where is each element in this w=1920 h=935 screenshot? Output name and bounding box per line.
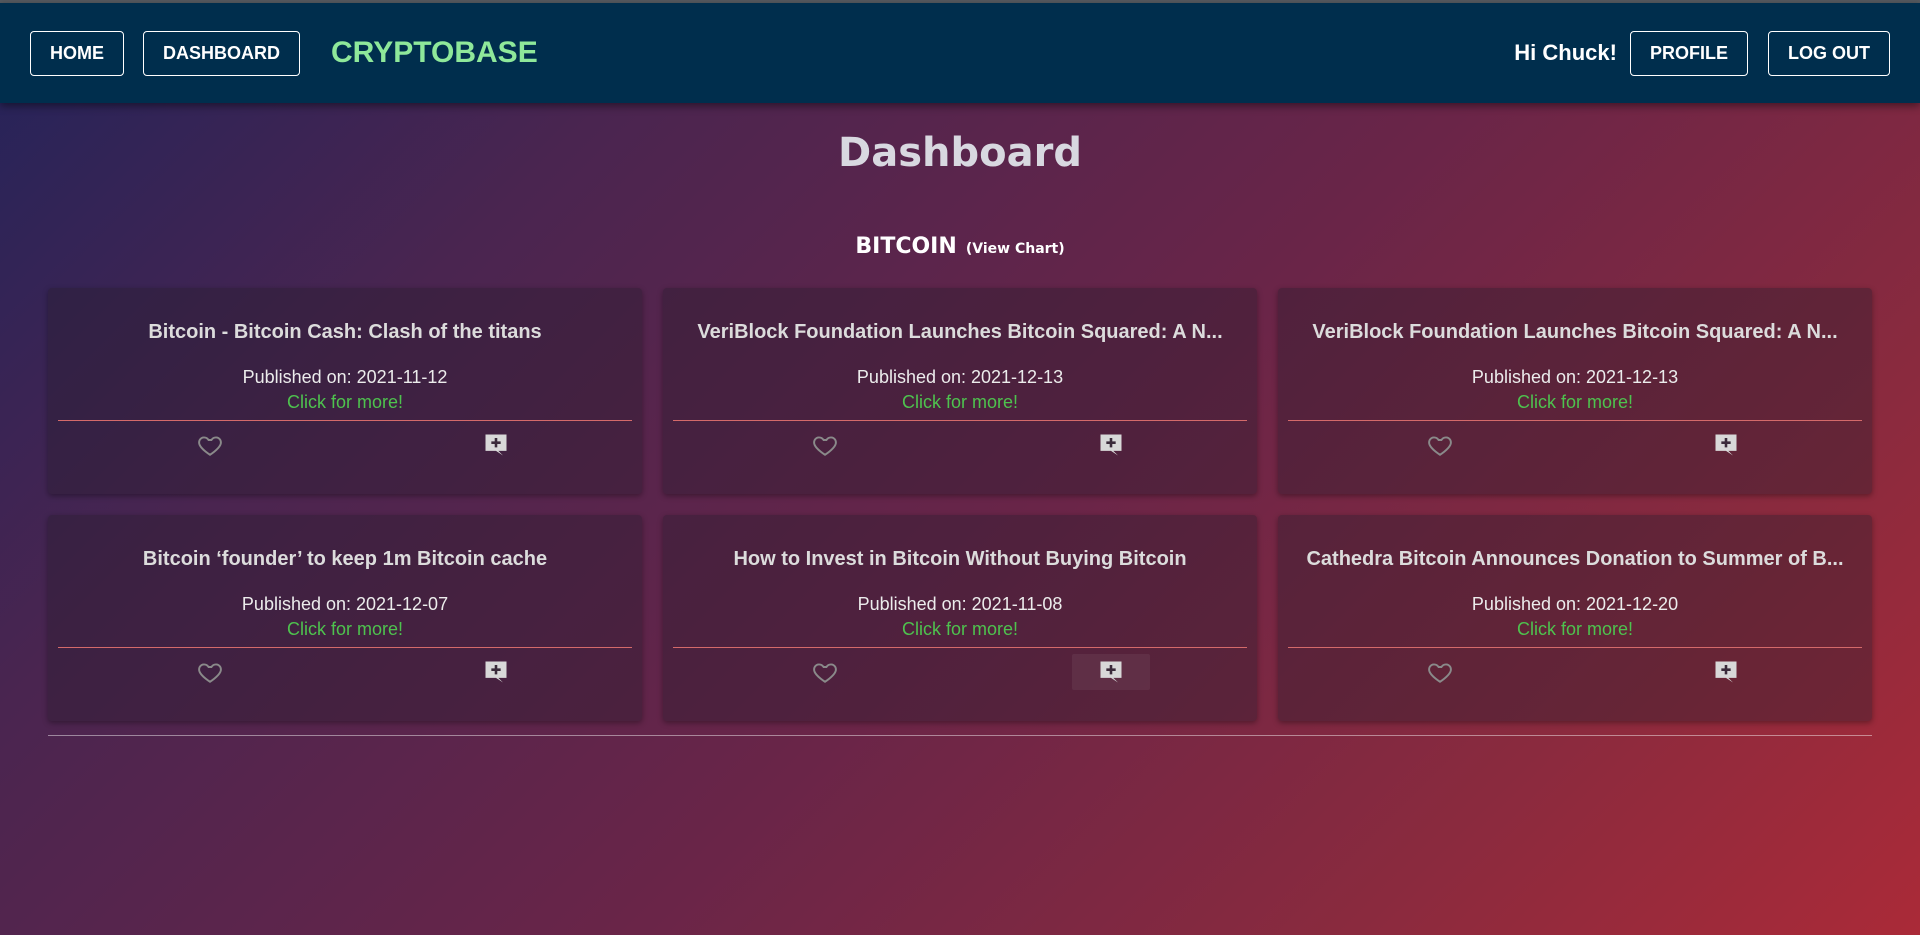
- home-button[interactable]: HOME: [30, 30, 124, 76]
- news-card: Cathedra Bitcoin Announces Donation to S…: [1278, 515, 1872, 721]
- heart-outline-icon: [1428, 436, 1452, 456]
- news-grid: Bitcoin - Bitcoin Cash: Clash of the tit…: [48, 288, 1872, 721]
- news-card: How to Invest in Bitcoin Without Buying …: [663, 515, 1257, 721]
- add-comment-icon: [1100, 661, 1122, 683]
- add-comment-icon: [485, 661, 507, 683]
- like-button[interactable]: [190, 654, 230, 690]
- card-date: Published on: 2021-11-08: [857, 594, 1063, 614]
- add-comment-button[interactable]: [1091, 427, 1131, 463]
- view-chart-link[interactable]: (View Chart): [966, 241, 1065, 257]
- profile-button[interactable]: PROFILE: [1629, 30, 1748, 76]
- coin-name: BITCOIN: [855, 234, 957, 259]
- card-title[interactable]: Cathedra Bitcoin Announces Donation to S…: [1288, 515, 1862, 571]
- heart-outline-icon: [1428, 663, 1452, 683]
- card-actions: [58, 648, 632, 693]
- add-comment-button[interactable]: [1706, 654, 1746, 690]
- heart-outline-icon: [198, 663, 222, 683]
- add-comment-button[interactable]: [476, 654, 516, 690]
- user-greeting: Hi Chuck!: [1514, 40, 1617, 65]
- card-date: Published on: 2021-12-20: [1471, 594, 1679, 614]
- news-card: Bitcoin - Bitcoin Cash: Clash of the tit…: [48, 288, 642, 494]
- add-comment-icon: [1715, 661, 1737, 683]
- brand-logo[interactable]: CRYPTOBASE: [331, 36, 538, 70]
- add-comment-icon: [1100, 434, 1122, 456]
- card-actions: [673, 648, 1247, 693]
- navbar: HOME DASHBOARD CRYPTOBASE Hi Chuck! PROF…: [0, 3, 1920, 103]
- click-for-more-link[interactable]: Click for more!: [58, 619, 632, 640]
- heart-outline-icon: [813, 663, 837, 683]
- heart-outline-icon: [198, 436, 222, 456]
- card-title[interactable]: VeriBlock Foundation Launches Bitcoin Sq…: [1288, 288, 1862, 344]
- click-for-more-link[interactable]: Click for more!: [673, 619, 1247, 640]
- add-comment-button[interactable]: [1706, 427, 1746, 463]
- like-button[interactable]: [1420, 654, 1460, 690]
- card-title[interactable]: How to Invest in Bitcoin Without Buying …: [673, 515, 1247, 571]
- card-title[interactable]: Bitcoin - Bitcoin Cash: Clash of the tit…: [58, 288, 632, 344]
- click-for-more-link[interactable]: Click for more!: [1288, 619, 1862, 640]
- section-divider: [48, 735, 1872, 736]
- card-title[interactable]: VeriBlock Foundation Launches Bitcoin Sq…: [673, 288, 1247, 344]
- like-button[interactable]: [1420, 427, 1460, 463]
- click-for-more-link[interactable]: Click for more!: [673, 392, 1247, 413]
- card-actions: [673, 421, 1247, 466]
- card-date: Published on: 2021-12-13: [1471, 367, 1679, 387]
- card-actions: [58, 421, 632, 466]
- card-title[interactable]: Bitcoin ‘founder’ to keep 1m Bitcoin cac…: [58, 515, 632, 571]
- news-card: VeriBlock Foundation Launches Bitcoin Sq…: [1278, 288, 1872, 494]
- add-comment-icon: [1715, 434, 1737, 456]
- page-title: Dashboard: [838, 130, 1082, 176]
- click-for-more-link[interactable]: Click for more!: [58, 392, 632, 413]
- add-comment-button[interactable]: [1072, 654, 1150, 690]
- logout-button[interactable]: LOG OUT: [1768, 30, 1890, 76]
- heart-outline-icon: [813, 436, 837, 456]
- like-button[interactable]: [190, 427, 230, 463]
- section-header: BITCOIN (View Chart): [0, 234, 1920, 259]
- like-button[interactable]: [805, 654, 845, 690]
- add-comment-button[interactable]: [476, 427, 516, 463]
- add-comment-icon: [485, 434, 507, 456]
- news-card: Bitcoin ‘founder’ to keep 1m Bitcoin cac…: [48, 515, 642, 721]
- news-card: VeriBlock Foundation Launches Bitcoin Sq…: [663, 288, 1257, 494]
- nav-right-group: Hi Chuck! PROFILE LOG OUT: [1514, 30, 1890, 76]
- card-actions: [1288, 648, 1862, 693]
- card-actions: [1288, 421, 1862, 466]
- card-date: Published on: 2021-12-13: [856, 367, 1064, 387]
- like-button[interactable]: [805, 427, 845, 463]
- card-date: Published on: 2021-11-12: [242, 367, 448, 387]
- card-date: Published on: 2021-12-07: [241, 594, 449, 614]
- click-for-more-link[interactable]: Click for more!: [1288, 392, 1862, 413]
- dashboard-button[interactable]: DASHBOARD: [143, 30, 300, 76]
